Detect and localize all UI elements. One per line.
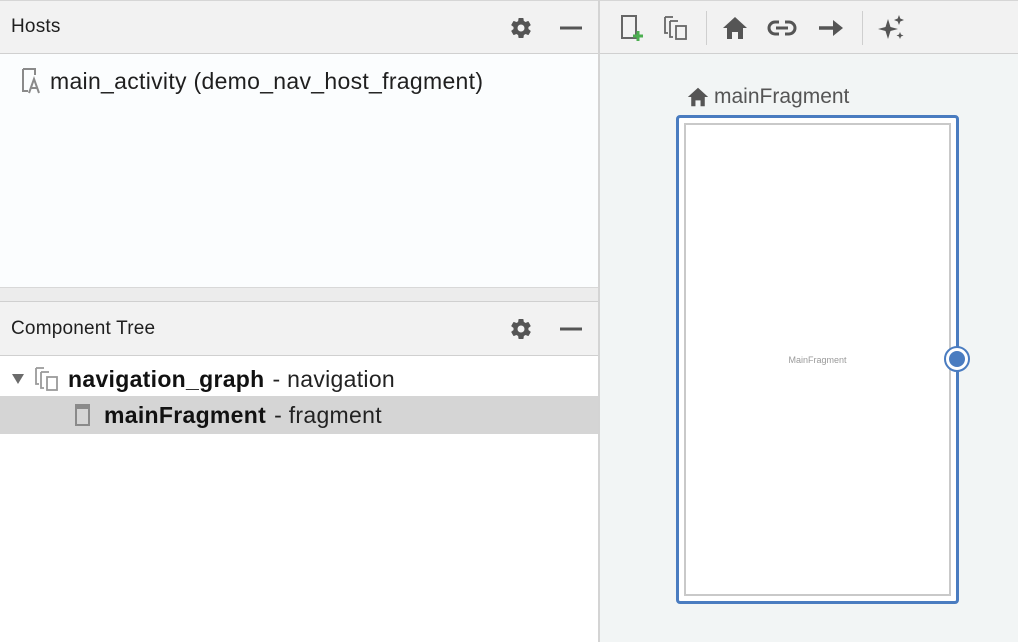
destination-preview: MainFragment xyxy=(684,123,951,596)
nested-graph-icon[interactable] xyxy=(660,12,692,44)
component-tree: navigation_graph - navigation mainFragme… xyxy=(0,356,598,642)
layout-file-icon xyxy=(22,68,40,94)
hosts-panel-title: Hosts xyxy=(11,16,61,37)
sparkle-icon[interactable] xyxy=(876,12,908,44)
left-panel: Hosts main_activity (demo_nav_host_fragm… xyxy=(0,0,600,642)
destination-label-text: mainFragment xyxy=(714,85,850,108)
action-handle[interactable] xyxy=(944,346,970,372)
hosts-panel-header: Hosts xyxy=(0,0,598,54)
gear-icon[interactable] xyxy=(506,13,536,43)
component-tree-title: Component Tree xyxy=(11,317,156,339)
destination-card[interactable]: MainFragment xyxy=(676,115,959,604)
minus-icon[interactable] xyxy=(556,314,586,344)
tree-row-name: navigation_graph xyxy=(68,365,265,392)
tree-row-navigation-graph[interactable]: navigation_graph - navigation xyxy=(0,360,598,398)
destination-label[interactable]: mainFragment xyxy=(686,84,849,110)
expand-triangle-icon[interactable] xyxy=(10,371,26,387)
design-toolbar xyxy=(600,0,1018,54)
panel-splitter[interactable] xyxy=(0,288,598,302)
minus-icon[interactable] xyxy=(556,13,586,43)
nav-graph-icon xyxy=(35,367,58,391)
home-icon xyxy=(687,87,709,107)
arrow-right-icon[interactable] xyxy=(815,12,847,44)
host-item-label: main_activity (demo_nav_host_fragment) xyxy=(50,67,484,94)
link-icon[interactable] xyxy=(766,12,798,44)
home-icon[interactable] xyxy=(719,12,751,44)
tree-row-type: - fragment xyxy=(274,401,382,428)
tree-row-mainfragment[interactable]: mainFragment - fragment xyxy=(0,396,598,434)
component-tree-header: Component Tree xyxy=(0,302,598,356)
gear-icon[interactable] xyxy=(506,314,536,344)
design-editor: mainFragment MainFragment xyxy=(600,0,1018,642)
toolbar-separator xyxy=(706,11,707,45)
new-destination-icon[interactable] xyxy=(616,12,648,44)
tree-row-type: - navigation xyxy=(272,365,396,392)
action-handle-dot xyxy=(949,351,965,367)
hosts-list: main_activity (demo_nav_host_fragment) xyxy=(0,54,598,288)
toolbar-separator xyxy=(862,11,863,45)
fragment-icon xyxy=(75,404,90,426)
host-item[interactable]: main_activity (demo_nav_host_fragment) xyxy=(0,64,598,98)
destination-preview-text: MainFragment xyxy=(788,354,847,365)
tree-row-name: mainFragment xyxy=(104,401,267,428)
